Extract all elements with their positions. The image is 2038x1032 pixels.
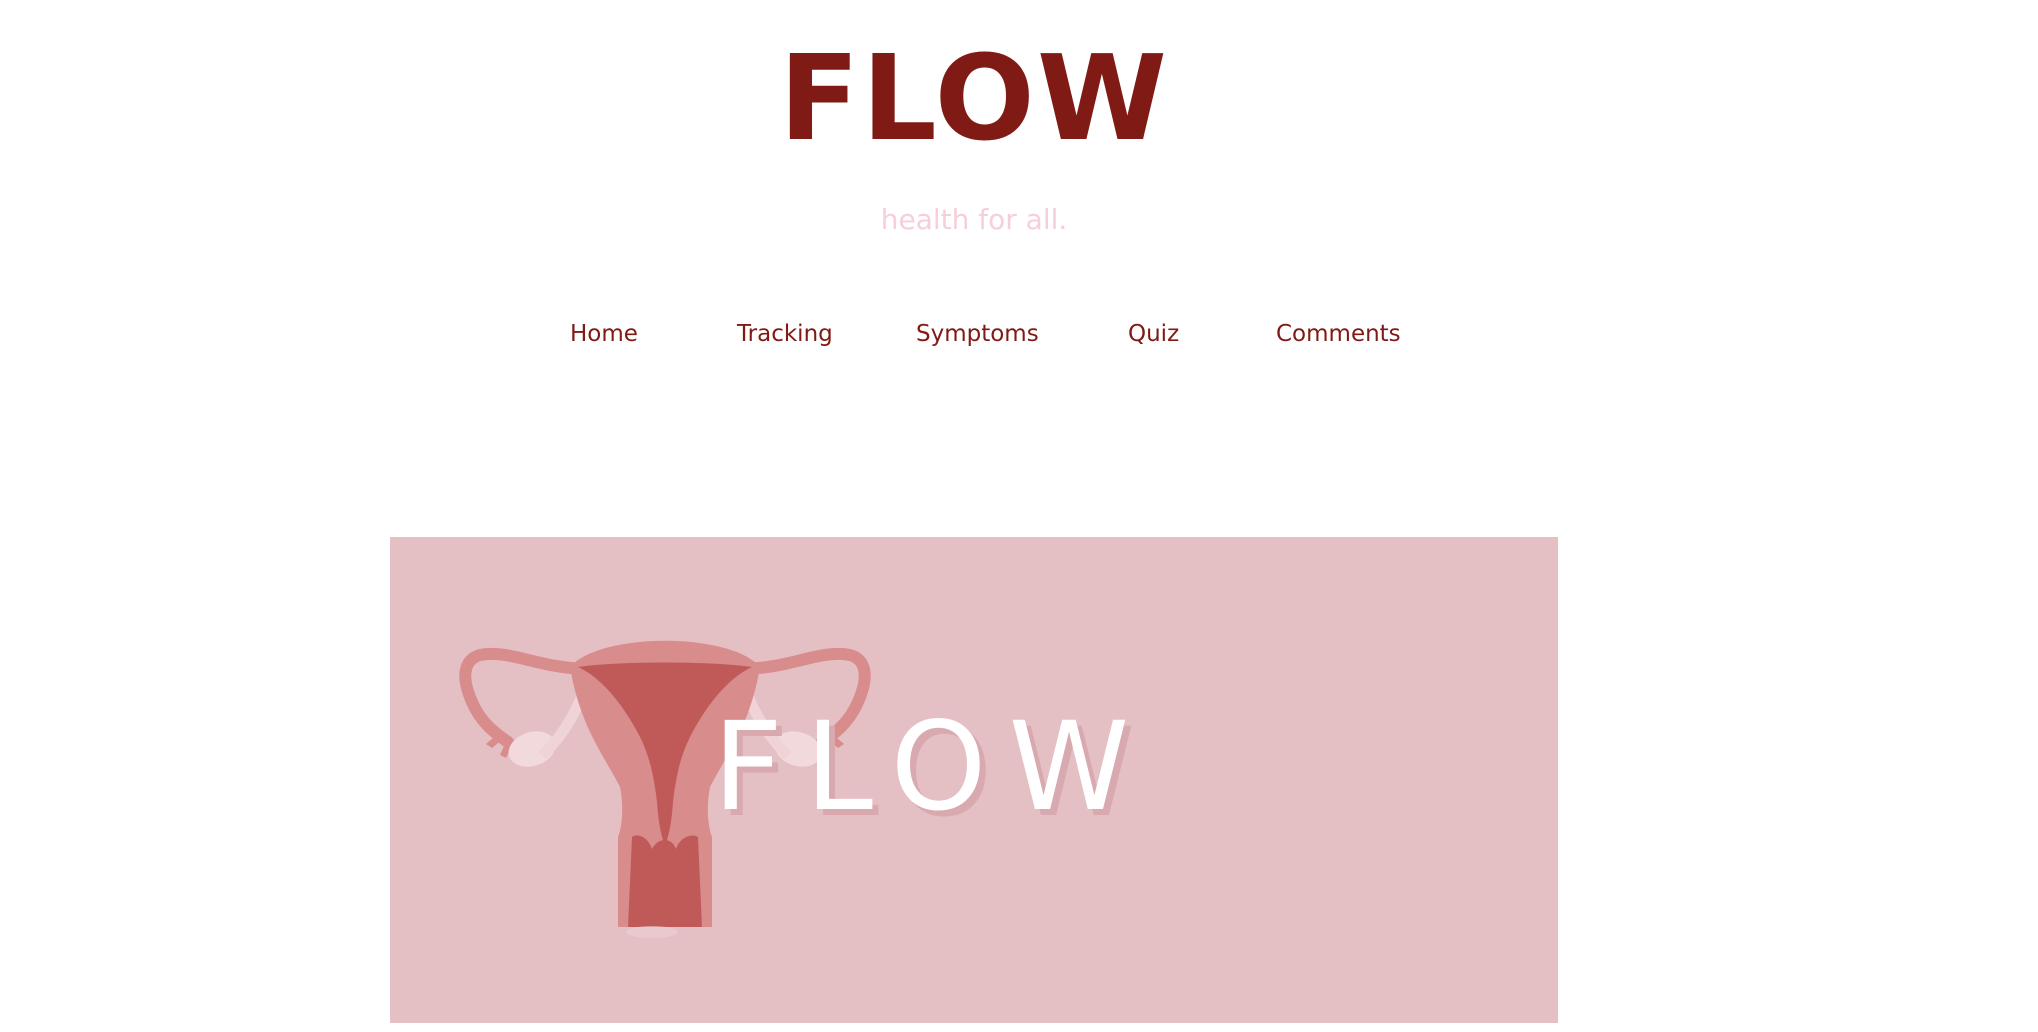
page: FLOW health for all. Home Tracking Sympt… bbox=[0, 0, 2038, 1032]
nav-item-home[interactable]: Home bbox=[570, 314, 638, 354]
hero-banner-graphic: FLOW FLOW bbox=[390, 537, 1558, 1023]
nav-item-comments[interactable]: Comments bbox=[1276, 314, 1401, 354]
nav-item-quiz[interactable]: Quiz bbox=[1128, 314, 1179, 354]
site-title: FLOW bbox=[778, 29, 1170, 167]
nav-item-symptoms[interactable]: Symptoms bbox=[916, 314, 1039, 354]
site-tagline: health for all. bbox=[880, 203, 1068, 236]
hero-logo-text: FLOW FLOW bbox=[713, 696, 1151, 844]
hero-banner: FLOW FLOW bbox=[390, 537, 1558, 1023]
hero-logo-text-main: FLOW bbox=[713, 696, 1151, 838]
nav-item-tracking[interactable]: Tracking bbox=[737, 314, 833, 354]
main-nav: Home Tracking Symptoms Quiz Comments bbox=[0, 314, 2038, 354]
